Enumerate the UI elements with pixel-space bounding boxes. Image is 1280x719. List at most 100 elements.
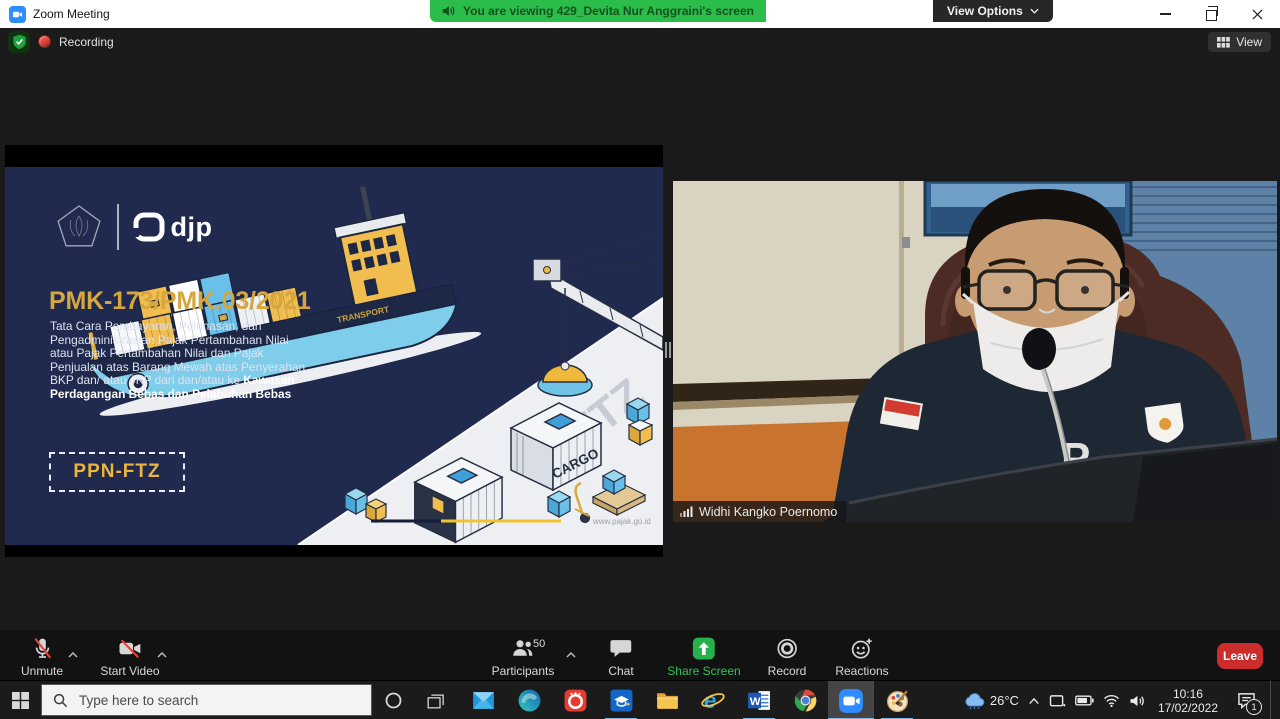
speaker-volume-icon xyxy=(1129,694,1145,708)
unmute-label: Unmute xyxy=(21,664,63,678)
taskbar-app-zoom[interactable] xyxy=(828,681,874,719)
security-shield-icon[interactable] xyxy=(8,31,30,53)
view-label: View xyxy=(1236,35,1262,49)
gallery-view-icon xyxy=(1217,37,1230,48)
share-screen-button[interactable]: Share Screen xyxy=(667,636,740,678)
battery-indicator[interactable] xyxy=(1075,695,1094,706)
cortana-button[interactable] xyxy=(372,681,414,719)
audio-options-chevron[interactable] xyxy=(68,645,78,663)
screen-share-banner-text: You are viewing 429_Devita Nur Anggraini… xyxy=(463,4,754,18)
reactions-label: Reactions xyxy=(835,664,888,678)
search-input[interactable] xyxy=(77,692,360,709)
kemenkeu-pentagon-icon xyxy=(55,203,103,251)
camera-off-icon xyxy=(118,636,143,661)
recorder-app-icon xyxy=(563,688,588,713)
show-desktop-button[interactable] xyxy=(1270,681,1276,719)
view-layout-button[interactable]: View xyxy=(1208,32,1271,52)
participants-icon xyxy=(510,636,535,661)
taskbar-app-paint[interactable] xyxy=(874,681,920,719)
participant-video[interactable]: P Widhi Kangko Poernomo xyxy=(673,181,1277,522)
view-options-button[interactable]: View Options xyxy=(933,0,1053,22)
minimize-button[interactable] xyxy=(1142,0,1188,28)
recording-dot-icon xyxy=(38,35,51,48)
action-center-button[interactable]: 1 xyxy=(1231,681,1261,719)
tablet-mode-button[interactable] xyxy=(1049,694,1066,708)
taskbar-app-internet-explorer[interactable]: e xyxy=(690,681,736,719)
chat-button[interactable]: Chat xyxy=(608,636,633,678)
svg-text:W: W xyxy=(749,696,760,708)
close-button[interactable] xyxy=(1234,0,1280,28)
taskbar-app-file-explorer[interactable] xyxy=(644,681,690,719)
record-label: Record xyxy=(768,664,807,678)
participants-label: Participants xyxy=(492,664,555,678)
recording-indicator[interactable]: Recording xyxy=(38,28,114,55)
meeting-info-bar: Recording View xyxy=(0,28,1280,55)
screen-share-banner: You are viewing 429_Devita Nur Anggraini… xyxy=(430,0,766,22)
zoom-app-icon xyxy=(9,6,26,23)
windows-logo-icon xyxy=(12,692,29,709)
title-bar: Zoom Meeting You are viewing 429_Devita … xyxy=(0,0,1280,28)
taskbar-app-chrome[interactable] xyxy=(782,681,828,719)
speaker-icon xyxy=(442,5,455,17)
djp-logo-icon xyxy=(133,212,165,242)
restore-button[interactable] xyxy=(1188,0,1234,28)
reactions-icon xyxy=(850,636,875,661)
wifi-indicator[interactable] xyxy=(1103,694,1120,707)
edge-icon xyxy=(517,688,542,713)
taskbar-app-recorder[interactable] xyxy=(552,681,598,719)
shared-screen-frame: FTZ xyxy=(5,145,663,557)
meeting-toolbar: Unmute Start Video Participants 50 xyxy=(0,630,1280,680)
zoom-taskbar-icon xyxy=(838,688,864,714)
view-options-label: View Options xyxy=(947,4,1023,18)
word-icon: W xyxy=(747,688,772,713)
taskbar-search[interactable] xyxy=(41,684,372,716)
tray-expand-button[interactable] xyxy=(1028,697,1040,705)
taskbar-app-mail[interactable] xyxy=(460,681,506,719)
mail-icon xyxy=(471,688,496,713)
window-title: Zoom Meeting xyxy=(33,7,110,21)
logo-divider xyxy=(117,204,119,250)
search-icon xyxy=(53,693,68,708)
ppn-ftz-badge: PPN-FTZ xyxy=(49,452,185,492)
participants-count: 50 xyxy=(533,638,545,650)
cortana-icon xyxy=(385,692,402,709)
taskbar-app-education[interactable] xyxy=(598,681,644,719)
video-options-chevron[interactable] xyxy=(157,645,167,663)
windows-taskbar: e W xyxy=(0,680,1280,719)
svg-text:e: e xyxy=(704,688,716,713)
battery-icon xyxy=(1075,695,1094,706)
weather-cloud-icon xyxy=(964,692,986,709)
svg-text:www.pajak.go.id: www.pajak.go.id xyxy=(592,517,651,526)
reactions-button[interactable]: Reactions xyxy=(835,636,888,678)
start-video-label: Start Video xyxy=(100,664,159,678)
participant-name: Widhi Kangko Poernomo xyxy=(699,505,837,519)
slide-title: PMK-173/PMK.03/2021 xyxy=(49,287,311,316)
clock-date: 17/02/2022 xyxy=(1158,701,1218,715)
panel-resize-handle[interactable] xyxy=(663,338,673,362)
notification-badge: 1 xyxy=(1246,699,1262,715)
presentation-slide: FTZ xyxy=(5,167,663,545)
taskbar-app-edge[interactable] xyxy=(506,681,552,719)
start-video-button[interactable]: Start Video xyxy=(100,636,159,678)
task-view-icon xyxy=(425,692,445,710)
unmute-button[interactable]: Unmute xyxy=(21,636,63,678)
record-icon xyxy=(775,636,800,661)
app-identity: Zoom Meeting xyxy=(9,0,110,28)
task-view-button[interactable] xyxy=(414,681,456,719)
djp-logo-text: djp xyxy=(171,212,213,243)
tablet-icon xyxy=(1049,694,1066,708)
temperature-label: 26°C xyxy=(990,693,1019,708)
share-screen-label: Share Screen xyxy=(667,664,740,678)
participants-options-chevron[interactable] xyxy=(566,645,576,663)
recording-label: Recording xyxy=(59,35,114,49)
taskbar-clock[interactable]: 10:16 17/02/2022 xyxy=(1154,687,1222,715)
volume-indicator[interactable] xyxy=(1129,694,1145,708)
record-button[interactable]: Record xyxy=(768,636,807,678)
window-controls xyxy=(1142,0,1280,28)
start-button[interactable] xyxy=(0,681,41,719)
weather-widget[interactable]: 26°C xyxy=(964,692,1019,709)
internet-explorer-icon: e xyxy=(700,688,726,714)
taskbar-app-word[interactable]: W xyxy=(736,681,782,719)
leave-button[interactable]: Leave xyxy=(1217,643,1263,669)
slide-body: Tata Cara Pembayaran, Pelunasan, dan Pen… xyxy=(50,320,312,401)
